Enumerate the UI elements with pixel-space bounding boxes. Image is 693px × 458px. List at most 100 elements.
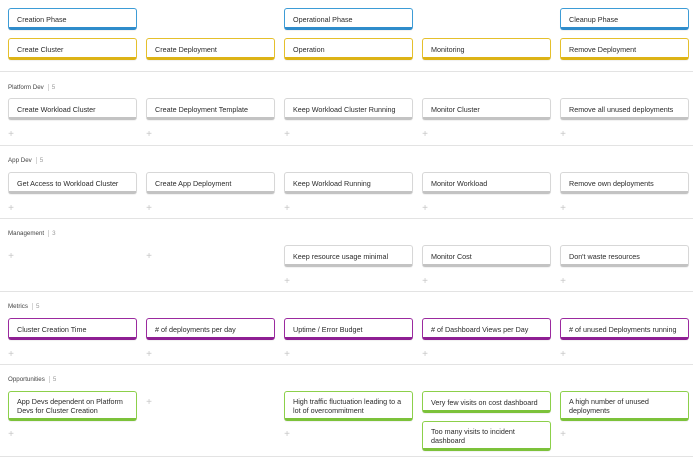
- phase-card-operational[interactable]: Operational Phase: [284, 8, 413, 30]
- card-text: Monitor Workload: [431, 179, 488, 188]
- card-high-traffic-fluctuation[interactable]: High traffic fluctuation leading to a lo…: [284, 391, 413, 421]
- card-dont-waste-resources[interactable]: Don't waste resources: [560, 245, 689, 267]
- row-divider: [0, 218, 693, 219]
- row-label-app-dev: App Dev 5: [8, 157, 43, 164]
- row-title: Management: [8, 230, 45, 237]
- stage-label: Create Cluster: [17, 45, 64, 54]
- card-text: Too many visits to incident dashboard: [431, 427, 515, 445]
- add-card-button[interactable]: +: [283, 130, 291, 140]
- row-divider: [0, 456, 693, 457]
- card-few-visits-cost-dashboard[interactable]: Very few visits on cost dashboard: [422, 391, 551, 413]
- card-monitor-cost[interactable]: Monitor Cost: [422, 245, 551, 267]
- add-card-button[interactable]: +: [283, 430, 291, 440]
- card-cluster-creation-time[interactable]: Cluster Creation Time: [8, 318, 137, 340]
- stage-card-create-cluster[interactable]: Create Cluster: [8, 38, 137, 60]
- add-card-button[interactable]: +: [559, 430, 567, 440]
- add-card-button[interactable]: +: [145, 398, 153, 408]
- phase-label: Operational Phase: [293, 15, 353, 24]
- card-text: Create App Deployment: [155, 179, 232, 188]
- card-text: # of deployments per day: [155, 325, 236, 334]
- add-card-button[interactable]: +: [559, 350, 567, 360]
- add-card-button[interactable]: +: [421, 277, 429, 287]
- row-label-opportunities: Opportunities 5: [8, 376, 56, 383]
- row-label-platform-dev: Platform Dev 5: [8, 84, 55, 91]
- add-card-button[interactable]: +: [421, 350, 429, 360]
- add-card-button[interactable]: +: [145, 204, 153, 214]
- add-card-button[interactable]: +: [7, 430, 15, 440]
- stage-card-remove-deployment[interactable]: Remove Deployment: [560, 38, 689, 60]
- card-text: Keep Workload Running: [293, 179, 371, 188]
- add-card-button[interactable]: +: [559, 130, 567, 140]
- card-high-number-unused-deployments[interactable]: A high number of unused deployments: [560, 391, 689, 421]
- card-keep-resource-usage-minimal[interactable]: Keep resource usage minimal: [284, 245, 413, 267]
- card-many-visits-incident-dashboard[interactable]: Too many visits to incident dashboard: [422, 421, 551, 451]
- card-text: High traffic fluctuation leading to a lo…: [293, 397, 402, 415]
- stage-card-monitoring[interactable]: Monitoring: [422, 38, 551, 60]
- row-count: 5: [47, 84, 55, 91]
- add-card-button[interactable]: +: [7, 204, 15, 214]
- card-text: Monitor Cost: [431, 252, 472, 261]
- row-divider: [0, 145, 693, 146]
- row-title: Metrics: [8, 303, 28, 310]
- card-uptime-error-budget[interactable]: Uptime / Error Budget: [284, 318, 413, 340]
- stage-label: Create Deployment: [155, 45, 217, 54]
- stage-label: Remove Deployment: [569, 45, 637, 54]
- card-remove-own-deployments[interactable]: Remove own deployments: [560, 172, 689, 194]
- card-create-app-deployment[interactable]: Create App Deployment: [146, 172, 275, 194]
- phase-card-creation[interactable]: Creation Phase: [8, 8, 137, 30]
- phase-card-cleanup[interactable]: Cleanup Phase: [560, 8, 689, 30]
- card-monitor-cluster[interactable]: Monitor Cluster: [422, 98, 551, 120]
- card-text: Remove own deployments: [569, 179, 654, 188]
- card-text: Create Workload Cluster: [17, 105, 96, 114]
- row-title: Platform Dev: [8, 84, 44, 91]
- card-create-workload-cluster[interactable]: Create Workload Cluster: [8, 98, 137, 120]
- card-text: Cluster Creation Time: [17, 325, 87, 334]
- phase-label: Cleanup Phase: [569, 15, 619, 24]
- add-card-button[interactable]: +: [559, 204, 567, 214]
- card-text: # of Dashboard Views per Day: [431, 325, 529, 334]
- add-card-button[interactable]: +: [283, 277, 291, 287]
- card-monitor-workload[interactable]: Monitor Workload: [422, 172, 551, 194]
- add-card-button[interactable]: +: [559, 277, 567, 287]
- stage-card-operation[interactable]: Operation: [284, 38, 413, 60]
- row-divider: [0, 291, 693, 292]
- row-count: 5: [31, 303, 39, 310]
- add-card-button[interactable]: +: [145, 252, 153, 262]
- card-text: Keep resource usage minimal: [293, 252, 389, 261]
- row-divider: [0, 364, 693, 365]
- row-count: 3: [48, 230, 56, 237]
- card-app-devs-dependent[interactable]: App Devs dependent on Platform Devs for …: [8, 391, 137, 421]
- add-card-button[interactable]: +: [7, 130, 15, 140]
- add-card-button[interactable]: +: [283, 350, 291, 360]
- card-text: Create Deployment Template: [155, 105, 248, 114]
- add-card-button[interactable]: +: [7, 252, 15, 262]
- add-card-button[interactable]: +: [283, 204, 291, 214]
- card-create-deployment-template[interactable]: Create Deployment Template: [146, 98, 275, 120]
- row-title: Opportunities: [8, 376, 45, 383]
- stage-card-create-deployment[interactable]: Create Deployment: [146, 38, 275, 60]
- add-card-button[interactable]: +: [421, 130, 429, 140]
- card-unused-deployments-running[interactable]: # of unused Deployments running: [560, 318, 689, 340]
- card-text: App Devs dependent on Platform Devs for …: [17, 397, 123, 415]
- card-remove-all-unused-deployments[interactable]: Remove all unused deployments: [560, 98, 689, 120]
- card-text: # of unused Deployments running: [569, 325, 677, 334]
- card-get-access-to-workload-cluster[interactable]: Get Access to Workload Cluster: [8, 172, 137, 194]
- card-text: Don't waste resources: [569, 252, 640, 261]
- card-text: Get Access to Workload Cluster: [17, 179, 119, 188]
- phase-label: Creation Phase: [17, 15, 67, 24]
- card-keep-workload-running[interactable]: Keep Workload Running: [284, 172, 413, 194]
- add-card-button[interactable]: +: [145, 350, 153, 360]
- card-text: Uptime / Error Budget: [293, 325, 363, 334]
- card-keep-workload-cluster-running[interactable]: Keep Workload Cluster Running: [284, 98, 413, 120]
- add-card-button[interactable]: +: [7, 350, 15, 360]
- card-dashboard-views-per-day[interactable]: # of Dashboard Views per Day: [422, 318, 551, 340]
- card-deployments-per-day[interactable]: # of deployments per day: [146, 318, 275, 340]
- add-card-button[interactable]: +: [145, 130, 153, 140]
- card-text: Remove all unused deployments: [569, 105, 674, 114]
- add-card-button[interactable]: +: [421, 204, 429, 214]
- row-count: 5: [48, 376, 56, 383]
- card-text: Keep Workload Cluster Running: [293, 105, 396, 114]
- card-text: Very few visits on cost dashboard: [431, 398, 538, 407]
- row-label-management: Management 3: [8, 230, 56, 237]
- card-text: Monitor Cluster: [431, 105, 480, 114]
